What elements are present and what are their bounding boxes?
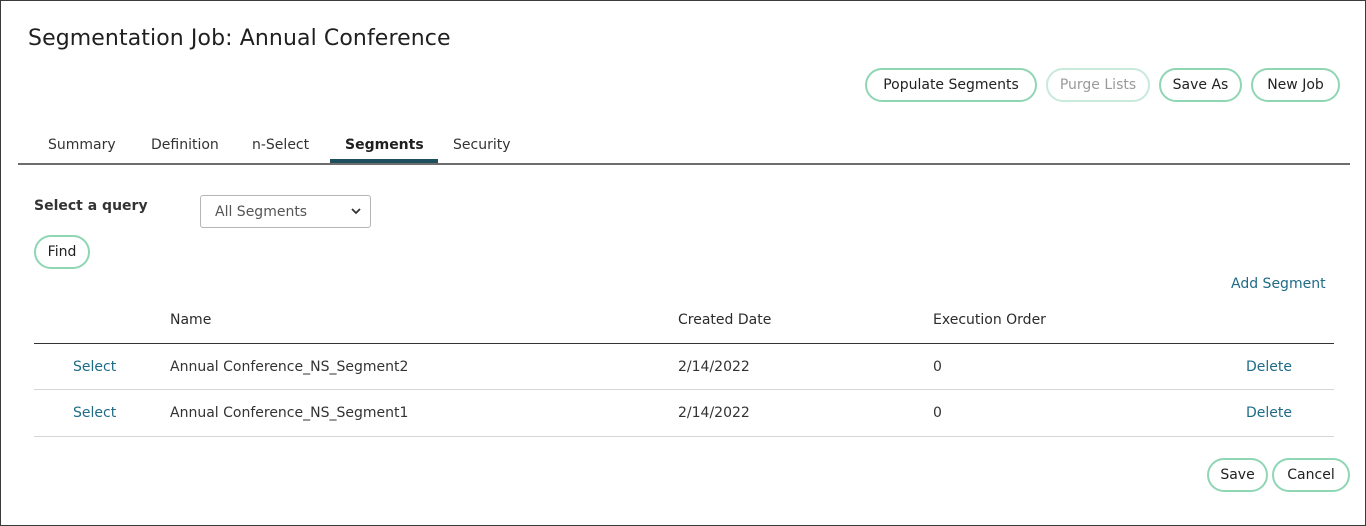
tab-bar: Summary Definition n-Select Segments Sec… — [18, 129, 1350, 165]
tab-segments[interactable]: Segments — [345, 137, 424, 153]
row-execution-order: 0 — [933, 359, 942, 375]
row-created-date: 2/14/2022 — [678, 405, 750, 421]
tab-definition[interactable]: Definition — [151, 137, 219, 153]
row-delete-link[interactable]: Delete — [1246, 405, 1292, 421]
row-select-link[interactable]: Select — [73, 405, 116, 421]
page-title: Segmentation Job: Annual Conference — [28, 26, 451, 51]
query-select[interactable]: All Segments — [200, 195, 371, 228]
row-divider — [34, 389, 1334, 390]
row-name: Annual Conference_NS_Segment2 — [170, 359, 409, 375]
row-delete-link[interactable]: Delete — [1246, 359, 1292, 375]
tab-security[interactable]: Security — [453, 137, 511, 153]
table-header-divider — [34, 343, 1334, 344]
row-select-link[interactable]: Select — [73, 359, 116, 375]
column-header-name: Name — [170, 312, 212, 328]
purge-lists-button[interactable]: Purge Lists — [1046, 68, 1150, 102]
add-segment-link[interactable]: Add Segment — [1231, 276, 1326, 292]
chevron-down-icon — [351, 208, 361, 215]
query-select-value: All Segments — [215, 203, 308, 220]
cancel-button[interactable]: Cancel — [1272, 458, 1350, 492]
populate-segments-button[interactable]: Populate Segments — [865, 68, 1037, 102]
column-header-created-date: Created Date — [678, 312, 772, 328]
tab-n-select[interactable]: n-Select — [252, 137, 309, 153]
segmentation-job-panel: Segmentation Job: Annual Conference Popu… — [0, 0, 1366, 526]
save-as-button[interactable]: Save As — [1159, 68, 1242, 102]
row-divider — [34, 436, 1334, 437]
active-tab-indicator — [330, 159, 438, 163]
select-query-label: Select a query — [34, 198, 148, 214]
save-button[interactable]: Save — [1207, 458, 1268, 492]
row-execution-order: 0 — [933, 405, 942, 421]
new-job-button[interactable]: New Job — [1251, 68, 1340, 102]
column-header-execution-order: Execution Order — [933, 312, 1046, 328]
row-name: Annual Conference_NS_Segment1 — [170, 405, 409, 421]
tab-summary[interactable]: Summary — [48, 137, 116, 153]
find-button[interactable]: Find — [34, 235, 90, 269]
row-created-date: 2/14/2022 — [678, 359, 750, 375]
